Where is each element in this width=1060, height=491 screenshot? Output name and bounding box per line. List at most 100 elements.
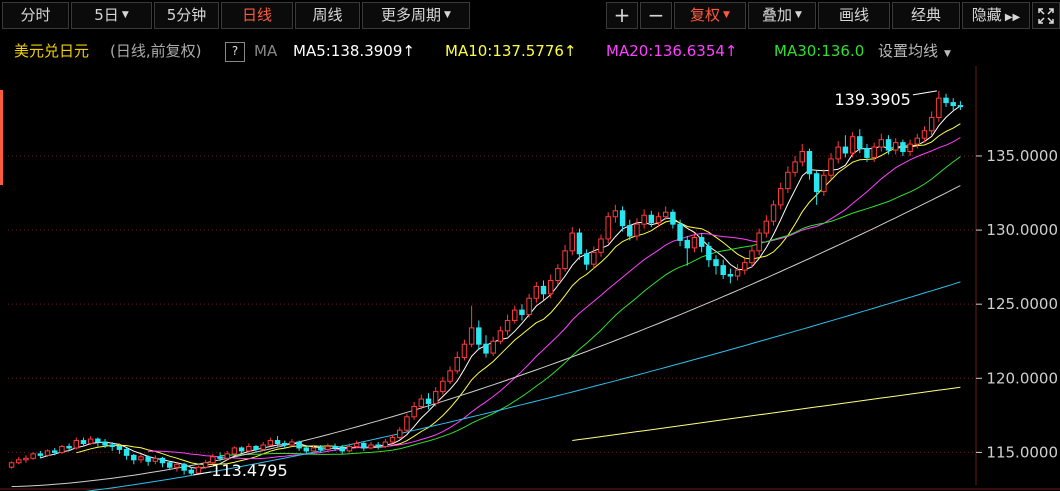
candle-body — [432, 391, 439, 404]
candle-body — [224, 453, 230, 459]
candle-body — [461, 343, 468, 359]
candle-body — [30, 453, 36, 459]
candle-body — [282, 443, 288, 446]
candle-body — [253, 445, 259, 450]
candle-body — [691, 236, 698, 249]
candle-body — [655, 216, 662, 224]
candle-body — [957, 105, 964, 108]
candle-body — [267, 440, 274, 446]
ma-line-ma10 — [76, 123, 961, 465]
candle-body — [857, 136, 863, 150]
candle-body — [749, 250, 755, 264]
candle-body — [813, 173, 820, 193]
candle-body — [533, 285, 540, 299]
candle-body — [713, 259, 719, 267]
candle-body — [612, 210, 619, 218]
candle-body — [720, 265, 726, 276]
candle-body — [202, 462, 209, 468]
candle-body — [195, 466, 202, 474]
candle-body — [849, 136, 856, 154]
candle-body — [73, 440, 80, 449]
candle-body — [454, 357, 460, 372]
ma-line-ma250 — [572, 386, 961, 441]
candle-body — [777, 188, 784, 206]
candle-body — [540, 285, 547, 295]
candle-body — [547, 279, 554, 295]
candle-body — [670, 211, 676, 225]
candle-body — [842, 146, 849, 154]
candle-body — [181, 463, 187, 471]
candle-body — [260, 444, 266, 450]
candle-body — [109, 444, 115, 447]
candle-body — [562, 250, 568, 270]
candle-body — [662, 211, 669, 218]
candle-body — [792, 161, 798, 173]
candle-body — [497, 330, 504, 342]
candle-body — [928, 116, 935, 132]
candle-body — [677, 223, 683, 241]
candle-body — [382, 441, 389, 447]
candle-body — [734, 269, 741, 277]
candle-body — [605, 216, 611, 240]
candle-body — [238, 447, 245, 452]
y-tick-label: 130.0000 — [986, 221, 1058, 239]
candle-body — [770, 204, 777, 222]
candle-body — [576, 232, 583, 255]
candle-body — [619, 210, 626, 227]
candle-body — [138, 456, 144, 461]
candle-body — [727, 274, 734, 277]
candle-body — [332, 445, 338, 449]
y-tick-label: 135.0000 — [986, 147, 1058, 165]
candle-body — [627, 225, 633, 237]
candle-body — [871, 146, 877, 158]
candle-body — [476, 327, 482, 345]
candle-body — [885, 139, 892, 151]
candle-body — [303, 447, 310, 452]
candle-body — [389, 437, 396, 443]
candle-body — [634, 223, 640, 237]
candle-body — [51, 450, 58, 453]
candle-body — [296, 441, 302, 449]
candle-body — [785, 171, 791, 190]
candle-body — [361, 443, 367, 449]
candle-body — [123, 448, 130, 456]
candle-body — [641, 214, 647, 225]
candle-body — [397, 429, 403, 439]
candle-body — [828, 158, 834, 176]
candle-body — [490, 340, 496, 354]
candle-body — [353, 443, 360, 447]
candlestick-chart[interactable]: 135.0000 130.0000 125.0000 120.0000 115.0000… — [0, 0, 1060, 491]
candle-body — [864, 148, 870, 158]
candle-body — [698, 236, 705, 247]
candle-body — [167, 462, 173, 468]
candle-body — [907, 143, 913, 153]
candle-body — [756, 232, 762, 252]
candle-body — [102, 441, 108, 446]
low-price-label: 113.4795 — [211, 461, 287, 480]
candle-body — [174, 463, 180, 468]
candle-body — [921, 130, 928, 139]
candle-body — [878, 139, 885, 148]
candle-body — [943, 97, 949, 104]
candle-body — [555, 268, 561, 281]
candle-body — [131, 454, 137, 461]
ma-line-ma30 — [219, 156, 961, 457]
candle-body — [648, 214, 655, 224]
candle-body — [504, 319, 511, 332]
candle-body — [900, 142, 906, 153]
candle-body — [598, 238, 604, 253]
candle-body — [152, 457, 159, 462]
candle-body — [512, 309, 518, 321]
candle-body — [317, 447, 324, 450]
ma-line-ma5 — [40, 105, 961, 469]
candle-body — [23, 457, 29, 461]
ma-line-ma20 — [148, 137, 961, 460]
candle-body — [821, 174, 827, 193]
candle-body — [526, 297, 532, 316]
candle-body — [411, 405, 417, 418]
candle-body — [217, 456, 223, 459]
candle-body — [66, 445, 72, 449]
candle-body — [583, 253, 590, 265]
candle-body — [339, 447, 345, 452]
candle-body — [368, 444, 374, 449]
